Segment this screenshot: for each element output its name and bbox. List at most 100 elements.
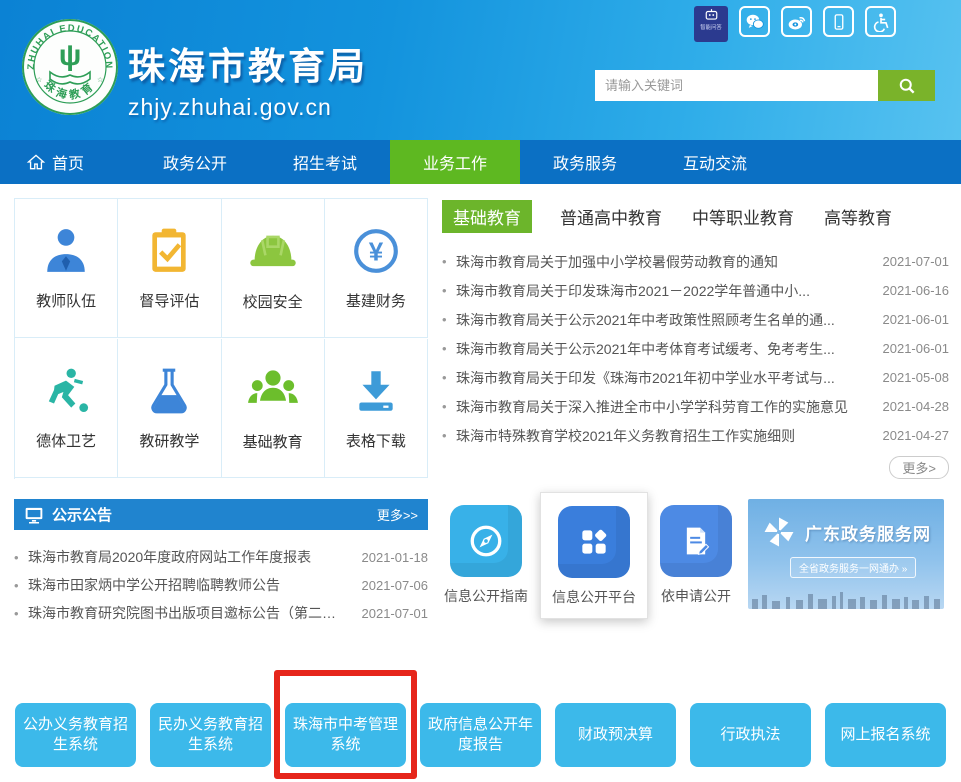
download-icon [351,366,401,416]
button-private-compulsory-admission[interactable]: 民办义务教育招生系统 [150,703,271,767]
notice-row[interactable]: • 珠海市教育研究院图书出版项目邀标公告（第二次） 2021-07-01 [14,599,428,627]
wechat-icon[interactable] [739,6,770,37]
svg-text:☆: ☆ [97,76,103,84]
news-tabs: 基础教育 普通高中教育 中等职业教育 高等教育 [442,200,949,233]
app-disclosure-guide[interactable]: 信息公开指南 [444,505,528,606]
nav-item-interaction[interactable]: 互动交流 [650,140,780,184]
app-disclosure-platform[interactable]: 信息公开平台 [540,492,648,619]
button-fiscal-budget[interactable]: 财政预决算 [555,703,676,767]
service-campus-safety[interactable]: 校园安全 [222,199,325,338]
weibo-icon[interactable] [781,6,812,37]
nav-item-services[interactable]: 政务服务 [520,140,650,184]
notice-title: 珠海市教育研究院图书出版项目邀标公告（第二次） [28,603,352,623]
service-label: 表格下载 [346,430,406,451]
svg-text:☆: ☆ [36,76,42,84]
service-sports-arts[interactable]: 德体卫艺 [15,339,118,478]
quick-links: 智能问答 [694,6,896,42]
info-disclosure-apps: 信息公开指南 信息公开平台 [444,499,732,619]
service-evaluation[interactable]: 督导评估 [118,199,221,338]
site-url: zhjy.zhuhai.gov.cn [128,94,368,121]
news-row[interactable]: • 珠海市教育局关于印发《珠海市2021年初中学业水平考试与... 2021-0… [442,363,949,392]
bullet-icon: • [442,254,456,269]
button-zhongkao-management-system[interactable]: 珠海市中考管理系统 [285,703,406,767]
nav-label: 政务公开 [163,150,227,174]
bullet-icon: • [14,578,28,593]
app-label: 信息公开指南 [444,586,528,606]
service-label: 德体卫艺 [36,430,96,451]
news-row[interactable]: • 珠海市教育局关于深入推进全市中小学学科劳育工作的实施意见 2021-04-2… [442,392,949,421]
search-bar [595,70,935,101]
notices-section: 公示公告 更多>> • 珠海市教育局2020年度政府网站工作年度报表 2021-… [14,499,428,627]
nav-item-business[interactable]: 业务工作 [390,140,520,184]
news-row[interactable]: • 珠海市教育局关于公示2021年中考体育考试缓考、免考考生... 2021-0… [442,334,949,363]
tab-higher-education[interactable]: 高等教育 [822,200,894,233]
nav-item-admissions[interactable]: 招生考试 [260,140,390,184]
news-title: 珠海市教育局关于印发珠海市2021－2022学年普通中小... [456,281,873,301]
button-online-registration-system[interactable]: 网上报名系统 [825,703,946,767]
bullet-icon: • [442,428,456,443]
tab-basic-education[interactable]: 基础教育 [442,200,532,233]
tab-regular-high-school[interactable]: 普通高中教育 [558,200,664,233]
notice-row[interactable]: • 珠海市田家炳中学公开招聘临聘教师公告 2021-07-06 [14,571,428,599]
bullet-icon: • [442,283,456,298]
people-icon [247,365,299,417]
button-public-compulsory-admission[interactable]: 公办义务教育招生系统 [15,703,136,767]
bullet-icon: • [14,606,28,621]
banner-subtitle: 全省政务服务一网通办 » [790,557,916,578]
qa-label: 智能问答 [700,22,722,30]
tab-secondary-vocational[interactable]: 中等职业教育 [690,200,796,233]
home-icon [26,152,46,172]
grid-icon [558,506,630,578]
news-title: 珠海市教育局关于加强中小学校暑假劳动教育的通知 [456,252,873,272]
bullet-icon: • [14,550,28,565]
service-teaching-research[interactable]: 教研教学 [118,339,221,478]
nav-item-home[interactable]: 首页 [18,140,130,184]
service-label: 基础教育 [243,431,303,452]
notice-date: 2021-01-18 [352,550,428,565]
qa-robot-icon[interactable]: 智能问答 [694,6,728,42]
news-row[interactable]: • 珠海市教育局关于公示2021年中考政策性照顾考生名单的通... 2021-0… [442,305,949,334]
yuan-coin-icon: ¥ [351,226,401,276]
apply-doc-icon [660,505,732,577]
app-label: 依申请公开 [661,586,731,606]
search-input[interactable] [595,70,878,101]
notice-date: 2021-07-01 [352,606,428,621]
clipboard-check-icon [144,226,194,276]
runner-icon [41,366,91,416]
service-finance[interactable]: ¥ 基建财务 [325,199,428,338]
site-logo[interactable]: ZHUHAI EDUCATION 珠海教育 ☆ ☆ ψ [20,17,120,117]
news-date: 2021-05-08 [873,370,949,385]
notice-row[interactable]: • 珠海市教育局2020年度政府网站工作年度报表 2021-01-18 [14,543,428,571]
accessibility-icon[interactable] [865,6,896,37]
search-button[interactable] [878,70,935,101]
bullet-icon: • [442,341,456,356]
news-row[interactable]: • 珠海市特殊教育学校2021年义务教育招生工作实施细则 2021-04-27 [442,421,949,450]
service-basic-education[interactable]: 基础教育 [222,339,325,478]
service-label: 教师队伍 [36,290,96,311]
news-row[interactable]: • 珠海市教育局关于加强中小学校暑假劳动教育的通知 2021-07-01 [442,247,949,276]
brand-block: 珠海市教育局 zhjy.zhuhai.gov.cn [128,36,368,121]
nav-label: 政务服务 [553,150,617,174]
notices-list: • 珠海市教育局2020年度政府网站工作年度报表 2021-01-18 • 珠海… [14,543,428,627]
news-row[interactable]: • 珠海市教育局关于印发珠海市2021－2022学年普通中小... 2021-0… [442,276,949,305]
search-icon [897,76,917,96]
helmet-icon [247,225,299,277]
button-annual-disclosure-report[interactable]: 政府信息公开年度报告 [420,703,541,767]
bullet-icon: • [442,370,456,385]
bullet-icon: • [442,399,456,414]
quick-entry-buttons: 公办义务教育招生系统 民办义务教育招生系统 珠海市中考管理系统 政府信息公开年度… [0,703,961,767]
service-teachers[interactable]: 教师队伍 [15,199,118,338]
app-disclosure-request[interactable]: 依申请公开 [660,505,732,606]
news-title: 珠海市教育局关于深入推进全市中小学学科劳育工作的实施意见 [456,397,873,417]
nav-item-gov-disclosure[interactable]: 政务公开 [130,140,260,184]
news-more-button[interactable]: 更多> [889,456,949,479]
notices-more-button[interactable]: 更多>> [377,505,418,524]
zhuhai-education-emblem-icon: ZHUHAI EDUCATION 珠海教育 ☆ ☆ ψ [20,17,120,117]
service-form-download[interactable]: 表格下载 [325,339,428,478]
notices-header: 公示公告 更多>> [14,499,428,530]
button-administrative-enforcement[interactable]: 行政执法 [690,703,811,767]
guangdong-services-banner[interactable]: 广东政务服务网 全省政务服务一网通办 » [748,499,944,609]
mobile-icon[interactable] [823,6,854,37]
news-date: 2021-07-01 [873,254,949,269]
news-date: 2021-06-01 [873,341,949,356]
